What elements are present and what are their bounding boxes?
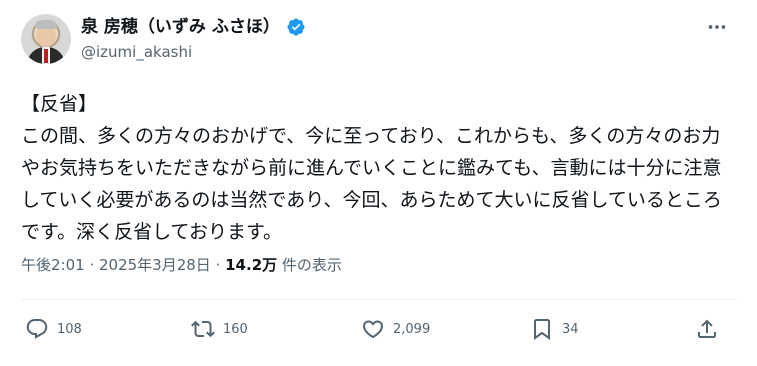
post-meta: 午後2:01 · 2025年3月28日 · 14.2万 件の表示 bbox=[21, 255, 342, 275]
post-card: 泉 房穂（いずみ ふさほ） @izumi_akashi 【反省】 この間、多くの… bbox=[0, 0, 757, 366]
like-button[interactable]: 2,099 bbox=[361, 312, 430, 346]
repost-button[interactable]: 160 bbox=[191, 312, 248, 346]
display-name[interactable]: 泉 房穂（いずみ ふさほ） bbox=[81, 16, 280, 38]
action-bar: 108 160 2,099 34 bbox=[21, 312, 737, 346]
post-date[interactable]: 2025年3月28日 bbox=[99, 256, 211, 274]
avatar[interactable] bbox=[21, 14, 71, 64]
verified-badge-icon bbox=[287, 18, 305, 36]
like-count: 2,099 bbox=[393, 321, 431, 337]
meta-separator: · bbox=[210, 256, 226, 274]
bookmark-icon bbox=[534, 319, 550, 340]
author-handle[interactable]: @izumi_akashi bbox=[81, 42, 192, 62]
repost-count: 160 bbox=[223, 321, 248, 337]
heart-icon bbox=[362, 320, 384, 339]
reply-icon bbox=[26, 319, 48, 339]
bookmark-count: 34 bbox=[562, 321, 579, 337]
reply-button[interactable]: 108 bbox=[25, 312, 82, 346]
bookmark-button[interactable]: 34 bbox=[530, 312, 579, 346]
view-count-label: 件の表示 bbox=[277, 256, 342, 274]
meta-separator: · bbox=[84, 256, 99, 274]
reply-count: 108 bbox=[57, 321, 82, 337]
post-time[interactable]: 午後2:01 bbox=[21, 256, 85, 274]
post-text: 【反省】 この間、多くの方々のおかげで、今に至っており、これからも、多くの方々の… bbox=[21, 93, 722, 243]
divider bbox=[21, 299, 737, 300]
author-name-row: 泉 房穂（いずみ ふさほ） bbox=[81, 15, 306, 39]
view-count[interactable]: 14.2万 bbox=[225, 256, 277, 274]
more-options-icon[interactable] bbox=[704, 14, 730, 40]
share-icon bbox=[698, 319, 716, 338]
repost-icon bbox=[191, 320, 215, 338]
share-button[interactable] bbox=[695, 312, 719, 346]
